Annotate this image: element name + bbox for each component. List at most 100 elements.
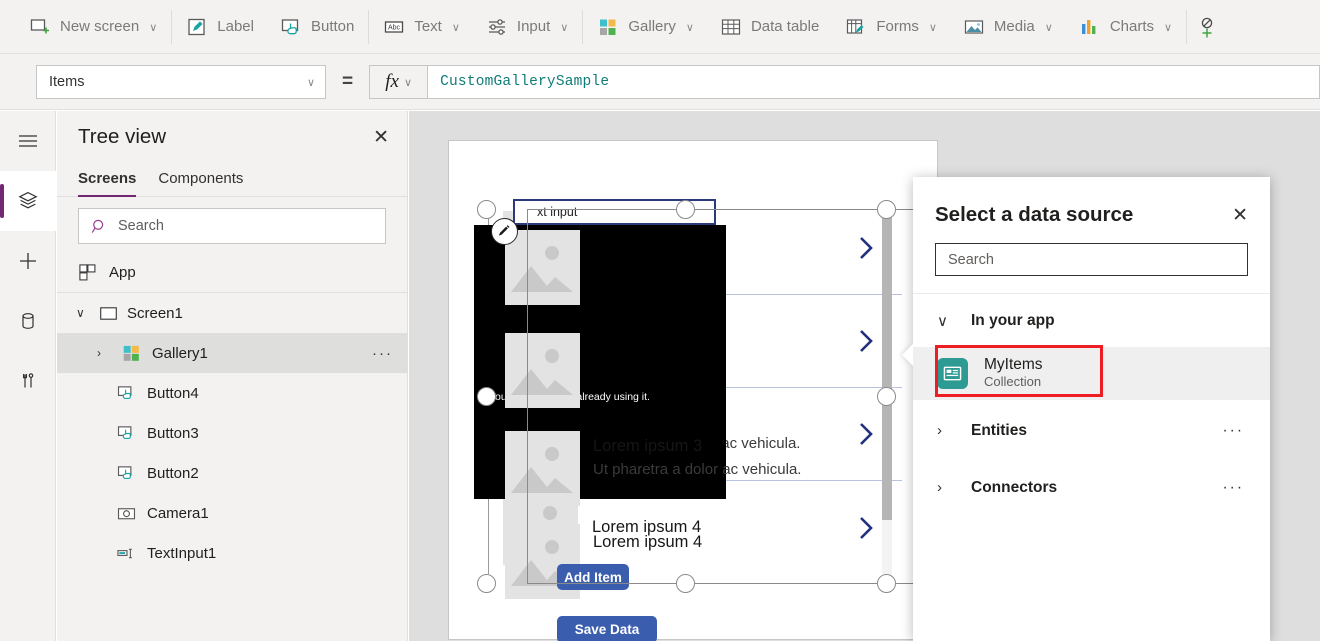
insert-toolbar: New screen ∨ Label Button Abc Text xyxy=(0,0,1320,54)
gallery-row-image-overlay xyxy=(505,431,580,506)
chevron-down-icon: ∨ xyxy=(452,21,460,34)
toolbar-item-add-icon[interactable] xyxy=(1188,0,1226,54)
close-icon[interactable]: ✕ xyxy=(373,128,389,147)
tools-icon xyxy=(16,369,40,393)
panel-title: Select a data source xyxy=(935,203,1133,227)
data-source-panel-header: Select a data source ✕ xyxy=(913,177,1270,227)
toolbar-divider xyxy=(1186,10,1187,44)
toolbar-label: Charts xyxy=(1110,18,1154,35)
text-icon: Abc xyxy=(383,16,405,38)
selection-handle-bottom-center[interactable] xyxy=(676,574,695,593)
toolbar-item-button[interactable]: Button xyxy=(267,0,367,54)
section-label: In your app xyxy=(971,312,1055,330)
rail-insert-button[interactable] xyxy=(0,231,56,291)
button-icon xyxy=(280,16,302,38)
rail-advanced-button[interactable] xyxy=(0,351,56,411)
toolbar-item-gallery[interactable]: Gallery ∨ xyxy=(584,0,707,54)
selection-handle-mid-right[interactable] xyxy=(877,387,896,406)
close-icon[interactable]: ✕ xyxy=(1232,206,1248,225)
add-item-button[interactable]: Add Item xyxy=(557,564,629,590)
gallery-scrollbar-thumb[interactable] xyxy=(882,202,892,520)
selection-handle-top-right[interactable] xyxy=(877,200,896,219)
chevron-down-icon: ∨ xyxy=(1045,21,1053,34)
property-selector[interactable]: Items ∨ xyxy=(36,65,326,99)
tree-item-label: App xyxy=(109,264,136,281)
data-source-search-input[interactable]: Search xyxy=(935,243,1248,276)
search-icon xyxy=(91,218,108,235)
screen-canvas[interactable]: Lorem ipsum 1 r sit amet, metus, tincidu… xyxy=(448,140,938,640)
toolbar-item-data-table[interactable]: Data table xyxy=(707,0,832,54)
search-input[interactable]: Search xyxy=(78,208,386,244)
data-source-type: Collection xyxy=(984,374,1043,391)
tree-item-label: Gallery1 xyxy=(152,345,208,362)
chevron-right-icon[interactable] xyxy=(856,234,876,262)
chevron-right-icon[interactable] xyxy=(856,514,876,542)
toolbar-item-new-screen[interactable]: New screen ∨ xyxy=(16,0,170,54)
gallery-row-image-overlay xyxy=(505,230,580,305)
tree-item-gallery1[interactable]: › Gallery1 ··· xyxy=(57,333,407,373)
tree-item-screen1[interactable]: ∨ Screen1 xyxy=(57,293,407,333)
input-icon xyxy=(486,16,508,38)
text-input-icon xyxy=(117,544,136,563)
left-icon-rail xyxy=(0,111,56,641)
media-icon xyxy=(963,16,985,38)
section-connectors[interactable]: › Connectors ··· xyxy=(913,461,1270,514)
tree-item-button2[interactable]: Button2 xyxy=(57,453,407,493)
add-item-button-label: Add Item xyxy=(564,570,622,585)
toolbar-item-media[interactable]: Media ∨ xyxy=(950,0,1066,54)
toolbar-item-label[interactable]: Label xyxy=(173,0,267,54)
tree-view-header: Tree view ✕ xyxy=(57,111,407,163)
tab-screens[interactable]: Screens xyxy=(78,163,136,196)
data-table-icon xyxy=(720,16,742,38)
chevron-right-icon[interactable]: › xyxy=(97,346,111,360)
chevron-down-icon[interactable]: ∨ xyxy=(76,306,90,320)
chevron-down-icon: ∨ xyxy=(560,21,568,34)
tree-item-label: Camera1 xyxy=(147,505,209,522)
svg-text:Abc: Abc xyxy=(388,24,401,31)
save-data-button[interactable]: Save Data xyxy=(557,616,657,641)
toolbar-item-charts[interactable]: Charts ∨ xyxy=(1066,0,1185,54)
chevron-down-icon: ∨ xyxy=(686,21,694,34)
chevron-right-icon[interactable] xyxy=(856,327,876,355)
toolbar-label: Media xyxy=(994,18,1035,35)
selection-handle-bottom-left[interactable] xyxy=(477,574,496,593)
tree-item-camera1[interactable]: Camera1 xyxy=(57,493,407,533)
toolbar-label: Forms xyxy=(876,18,919,35)
more-options-icon[interactable]: ··· xyxy=(1223,479,1245,497)
toolbar-label: New screen xyxy=(60,18,139,35)
more-options-icon[interactable]: ··· xyxy=(372,345,393,362)
toolbar-label: Label xyxy=(217,18,254,35)
powerapps-studio: New screen ∨ Label Button Abc Text xyxy=(0,0,1320,641)
selection-handle-mid-left[interactable] xyxy=(477,387,496,406)
rail-data-button[interactable] xyxy=(0,291,56,351)
chevron-right-icon[interactable] xyxy=(856,420,876,448)
search-placeholder: Search xyxy=(948,252,994,268)
plus-icon xyxy=(16,249,40,273)
tree-item-app[interactable]: App xyxy=(57,253,407,293)
tree-item-button4[interactable]: Button4 xyxy=(57,373,407,413)
tab-components[interactable]: Components xyxy=(158,163,243,196)
section-in-your-app[interactable]: ∨ In your app xyxy=(913,294,1270,347)
rail-tree-view-button[interactable] xyxy=(0,171,56,231)
toolbar-divider xyxy=(582,10,583,44)
formula-bar: Items ∨ = fx ∨ CustomGallerySample xyxy=(0,54,1320,110)
toolbar-item-input[interactable]: Input ∨ xyxy=(473,0,581,54)
tree-item-button3[interactable]: Button3 xyxy=(57,413,407,453)
save-data-button-label: Save Data xyxy=(575,622,640,637)
toolbar-item-forms[interactable]: Forms ∨ xyxy=(832,0,950,54)
toolbar-label: Input xyxy=(517,18,550,35)
selection-handle-bottom-right[interactable] xyxy=(877,574,896,593)
formula-input[interactable]: CustomGallerySample xyxy=(427,65,1320,99)
rail-menu-button[interactable] xyxy=(0,111,56,171)
data-source-item-myitems[interactable]: MyItems Collection xyxy=(913,347,1270,400)
section-entities[interactable]: › Entities ··· xyxy=(913,404,1270,457)
toolbar-item-text[interactable]: Abc Text ∨ xyxy=(370,0,473,54)
selection-handle-top-left[interactable] xyxy=(477,200,496,219)
section-label: Entities xyxy=(971,422,1027,440)
selection-handle-top-center[interactable] xyxy=(676,200,695,219)
more-options-icon[interactable]: ··· xyxy=(1223,422,1245,440)
tree-item-textinput1[interactable]: TextInput1 xyxy=(57,533,407,573)
edit-pencil-button[interactable] xyxy=(491,218,518,245)
equals-sign: = xyxy=(342,71,353,93)
fx-button[interactable]: fx ∨ xyxy=(369,65,427,99)
